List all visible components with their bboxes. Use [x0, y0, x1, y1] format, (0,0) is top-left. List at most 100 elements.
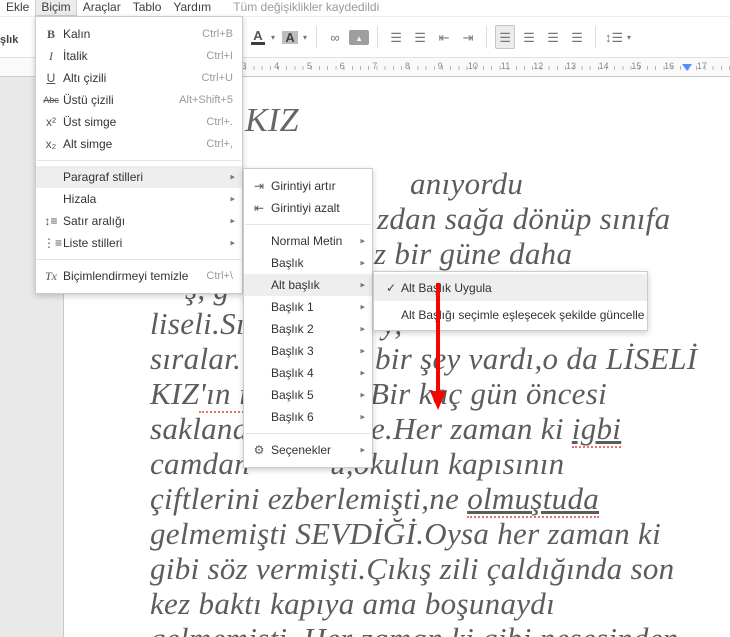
- menu-item-label: Paragraf stilleri: [63, 170, 144, 184]
- ruler-number: 12: [533, 61, 544, 71]
- submenu-arrow-icon: ▸: [360, 345, 365, 356]
- menu-item-heading-4[interactable]: Başlık 4 ▸: [244, 362, 372, 384]
- menubar-item-menu-bicim[interactable]: Biçim: [35, 0, 77, 16]
- ruler-number: 5: [306, 61, 312, 71]
- menu-item-subscript[interactable]: x₂ Alt simge Ctrl+,: [36, 133, 242, 155]
- insert-link-icon: ∞: [330, 29, 340, 45]
- bold-icon: B: [46, 27, 55, 41]
- increase-indent-icon[interactable]: ⇥: [458, 25, 478, 49]
- menu-item-apply-subtitle[interactable]: ✓ Alt Başlık Uygula: [374, 274, 647, 301]
- align-center-icon[interactable]: ☰: [519, 25, 539, 49]
- document-text-fragment: z bir güne daha: [374, 236, 572, 271]
- menu-item-line-spacing[interactable]: ↕≡ Satır aralığı ▸: [36, 210, 242, 232]
- ruler-number: 8: [404, 61, 411, 71]
- submenu-arrow-icon: ▸: [360, 279, 365, 290]
- menubar-item-menu-tablo[interactable]: Tablo: [127, 0, 168, 16]
- menu-item-list-styles[interactable]: ⋮≡ Liste stilleri ▸: [36, 232, 242, 254]
- menu-item-heading-5[interactable]: Başlık 5 ▸: [244, 384, 372, 406]
- menu-item-indent-increase[interactable]: ⇥ Girintiyi artır: [244, 175, 372, 197]
- menu-item-paragraph-styles[interactable]: Paragraf stilleri ▸: [36, 166, 242, 188]
- toolbar-divider: [595, 26, 597, 48]
- text-segment: e.Her zaman ki: [371, 411, 572, 446]
- menubar-item-menu-yardim[interactable]: Yardım: [167, 0, 217, 16]
- menu-item-heading[interactable]: Başlık ▸: [244, 252, 372, 274]
- menu-item-label: Girintiyi azalt: [271, 201, 340, 215]
- menu-item-label: Alt Başlık Uygula: [401, 280, 492, 295]
- menu-bar: Ekle Biçim Araçlar Tablo Yardım Tüm değişikli…: [0, 0, 730, 17]
- menu-item-normal-text[interactable]: Normal Metin ▸: [244, 230, 372, 252]
- dropdown-caret-icon[interactable]: ▾: [303, 33, 307, 42]
- menu-item-heading-6[interactable]: Başlık 6 ▸: [244, 406, 372, 428]
- paragraph-style-dropdown[interactable]: şlık: [0, 34, 18, 46]
- menubar-item-menu-ekle[interactable]: Ekle: [0, 0, 35, 16]
- list-styles-icon: ⋮≡: [43, 236, 63, 250]
- ruler-number: 9: [437, 61, 443, 71]
- menu-item-label: Üstü çizili: [63, 93, 114, 107]
- text-segment: KIZ: [150, 376, 200, 411]
- text-segment: gibi söz vermişti.Çıkış zili çaldığında …: [150, 551, 675, 586]
- menu-item-label: Başlık 5: [271, 388, 314, 402]
- annotation-arrow-head: [430, 391, 446, 410]
- document-text-fragment: sıralar.: [150, 341, 241, 376]
- menu-item-bold[interactable]: B Kalın Ctrl+B: [36, 23, 242, 45]
- text-segment: çiftlerini ezberlemişti,ne: [150, 481, 468, 516]
- right-indent-marker[interactable]: [682, 64, 692, 71]
- menubar-item-menu-araclar[interactable]: Araçlar: [77, 0, 127, 16]
- insert-image-icon[interactable]: ▲: [349, 25, 370, 49]
- shortcut-label: Ctrl+,: [206, 138, 233, 150]
- menu-item-heading-2[interactable]: Başlık 2 ▸: [244, 318, 372, 340]
- highlight-color-icon: A: [282, 30, 298, 44]
- menu-item-label: İtalik: [63, 49, 88, 63]
- menu-item-label: Başlık: [271, 256, 304, 270]
- menu-item-align[interactable]: Hizala ▸: [36, 188, 242, 210]
- insert-link-icon[interactable]: ∞: [325, 25, 345, 49]
- numbered-list-icon[interactable]: ☰: [386, 25, 406, 49]
- line-spacing-icon: ↕☰: [604, 29, 624, 45]
- dropdown-caret-icon[interactable]: ▾: [271, 33, 275, 42]
- menu-item-italic[interactable]: I İtalik Ctrl+I: [36, 45, 242, 67]
- strikethrough-icon: Abc: [43, 94, 59, 105]
- menu-item-indent-decrease[interactable]: ⇤ Girintiyi azalt: [244, 197, 372, 219]
- document-text-fragment: gibi söz vermişti.Çıkış zili çaldığında …: [150, 551, 674, 586]
- align-left-icon[interactable]: ☰: [495, 25, 516, 49]
- menu-item-label: Liste stilleri: [63, 236, 123, 250]
- menu-item-superscript[interactable]: x² Üst simge Ctrl+.: [36, 111, 242, 133]
- shortcut-label: Ctrl+\: [206, 270, 233, 282]
- text-color-icon[interactable]: A: [248, 25, 268, 49]
- ruler-number: 4: [274, 61, 280, 71]
- justify-icon[interactable]: ☰: [567, 25, 587, 49]
- menu-item-label: Alt başlık: [271, 278, 320, 292]
- justify-icon: ☰: [571, 29, 583, 45]
- text-segment: sıralar.: [150, 341, 242, 376]
- document-text-fragment: Bir kaç gün öncesi: [370, 376, 607, 411]
- align-right-icon[interactable]: ☰: [543, 25, 563, 49]
- menu-item-subtitle[interactable]: Alt başlık ▸: [244, 274, 372, 296]
- ruler-number: 16: [664, 61, 675, 71]
- bulleted-list-icon[interactable]: ☰: [410, 25, 430, 49]
- text-segment: gelmemişti. Her zaman ki gibi neşesinden: [150, 621, 679, 637]
- submenu-arrow-icon: ▸: [360, 235, 365, 246]
- submenu-arrow-icon: ▸: [230, 237, 235, 248]
- dropdown-caret-icon[interactable]: ▾: [627, 33, 631, 42]
- decrease-indent-icon[interactable]: ⇤: [434, 25, 454, 49]
- menu-item-heading-1[interactable]: Başlık 1 ▸: [244, 296, 372, 318]
- menu-item-underline[interactable]: U Altı çizili Ctrl+U: [36, 67, 242, 89]
- menu-item-heading-3[interactable]: Başlık 3 ▸: [244, 340, 372, 362]
- document-text-fragment: kez baktı kapıya ama boşunaydı: [150, 586, 555, 621]
- menu-item-update-subtitle[interactable]: Alt Başlığı seçimle eşleşecek şekilde gü…: [374, 301, 647, 328]
- menu-item-label: Seçenekler: [271, 443, 332, 457]
- menu-item-clear-formatting[interactable]: Tx Biçimlendirmeyi temizle Ctrl+\: [36, 265, 242, 287]
- subtitle-submenu: ✓ Alt Başlık Uygula Alt Başlığı seçimle eş…: [373, 271, 648, 331]
- menu-item-strikethrough[interactable]: Abc Üstü çizili Alt+Shift+5: [36, 89, 242, 111]
- text-segment: zdan sağa dönüp sınıfa: [377, 201, 671, 236]
- superscript-icon: x²: [46, 115, 56, 129]
- menu-item-label: Başlık 3: [271, 344, 314, 358]
- line-spacing-icon[interactable]: ↕☰: [604, 25, 624, 49]
- submenu-arrow-icon: ▸: [230, 171, 235, 182]
- shortcut-label: Ctrl+B: [202, 28, 233, 40]
- clear-formatting-icon: Tx: [45, 269, 57, 283]
- highlight-color-icon[interactable]: A: [280, 25, 300, 49]
- submenu-arrow-icon: ▸: [360, 301, 365, 312]
- text-segment: Bir kaç gün öncesi: [370, 376, 607, 411]
- menu-item-options[interactable]: ⚙ Seçenekler ▸: [244, 439, 372, 461]
